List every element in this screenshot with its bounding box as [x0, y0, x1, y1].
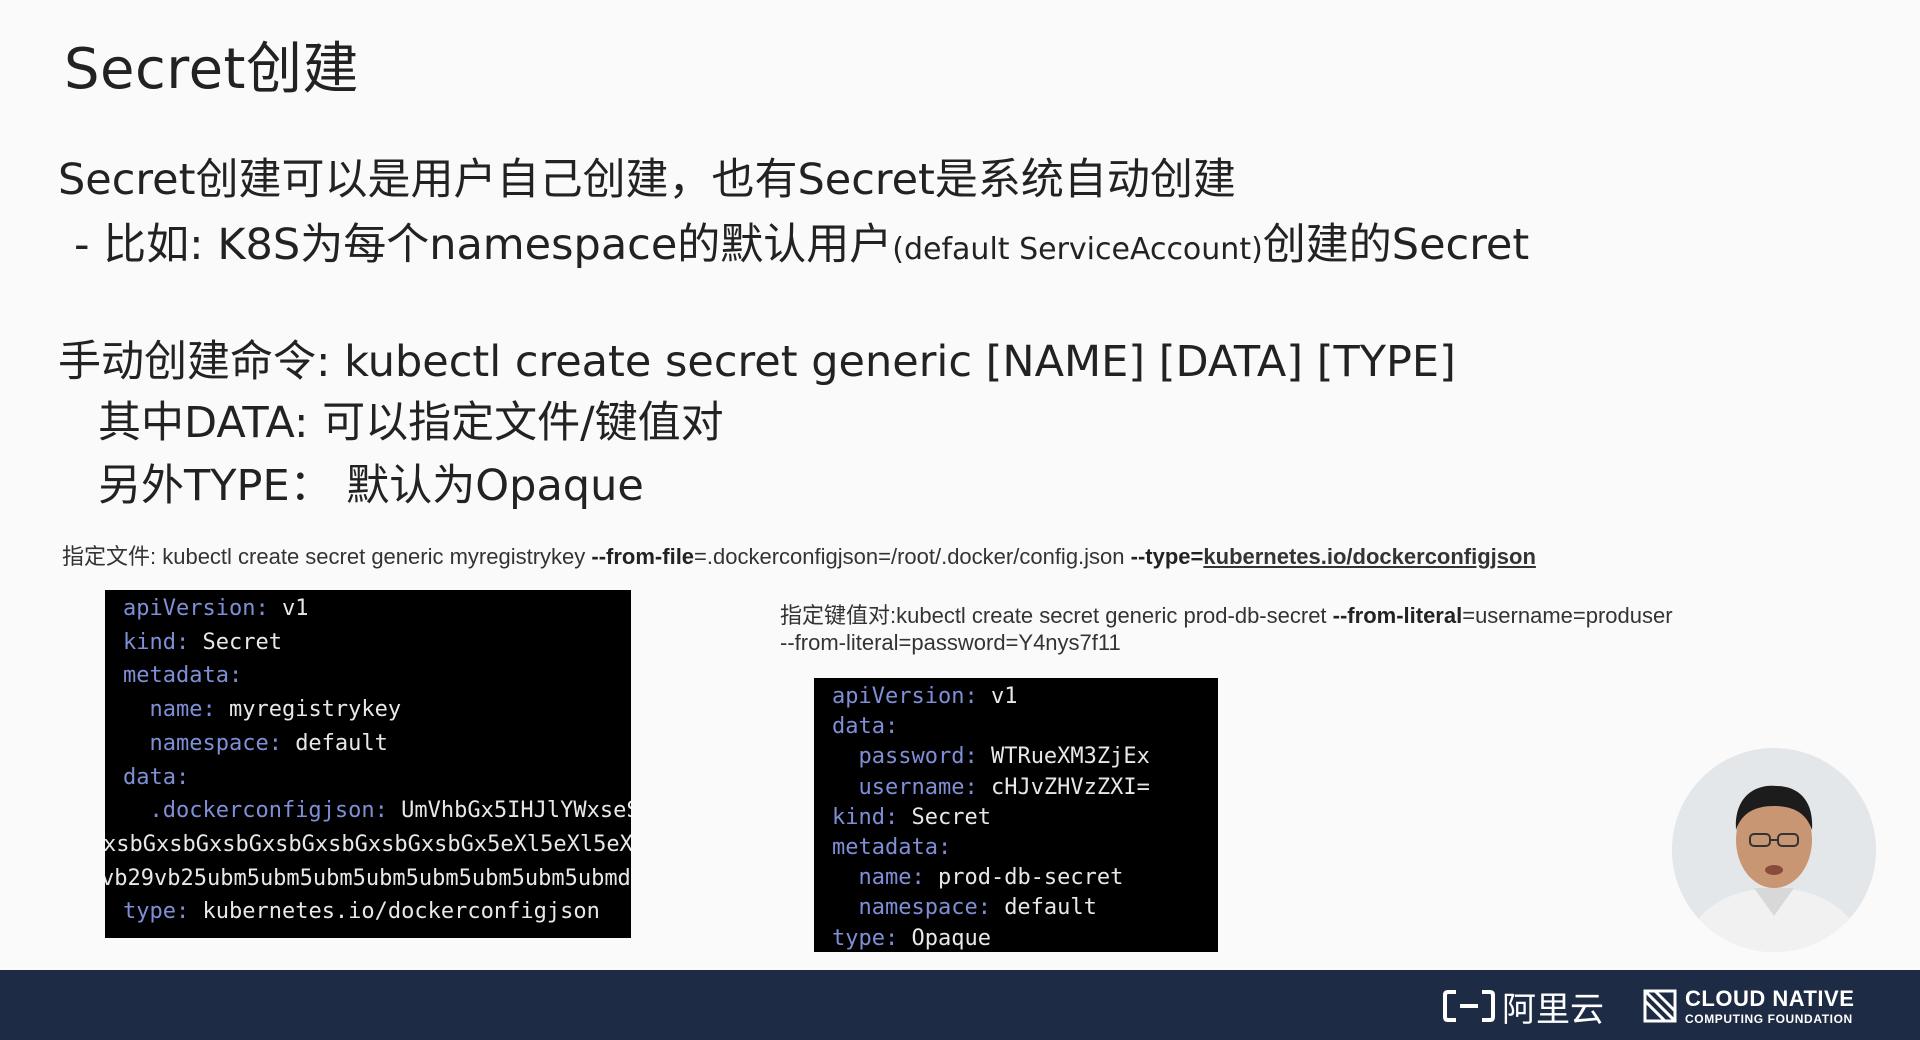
yaml-value: Secret	[202, 629, 282, 655]
speaker-avatar-icon	[1672, 748, 1876, 952]
type-value-link[interactable]: kubernetes.io/dockerconfigjson	[1203, 544, 1536, 569]
yaml-key: kind:	[832, 804, 912, 830]
file-command-prefix: 指定文件: kubectl create secret generic myre…	[62, 544, 592, 569]
yaml-key: .dockerconfigjson:	[123, 798, 402, 824]
yaml-key: kind:	[123, 629, 203, 655]
example-line-note: (default ServiceAccount)	[892, 232, 1263, 267]
cncf-line1: CLOUD NATIVE	[1685, 985, 1855, 1011]
aliyun-logo: 阿里云	[1442, 984, 1604, 1030]
yaml-key: type:	[832, 925, 912, 951]
yaml-value: WTRueXM3ZjEx	[990, 744, 1150, 770]
yaml-line: vb29vb25ubm5ubm5ubm5ubm5ubm5ubm5ubm5ubmd…	[105, 865, 631, 891]
aliyun-text: 阿里云	[1502, 989, 1604, 1030]
yaml-line: namespace: default	[123, 730, 388, 756]
example-line-suffix: 创建的Secret	[1262, 220, 1530, 270]
yaml-value: prod-db-secret	[937, 865, 1124, 891]
yaml-line: namespace: default	[832, 895, 1097, 921]
yaml-value: Secret	[911, 804, 991, 830]
yaml-key: namespace:	[832, 895, 1005, 921]
example-line: - 比如: K8S为每个namespace的默认用户(default Servi…	[74, 210, 1529, 272]
yaml-key: data:	[123, 764, 190, 790]
from-file-value: =.dockerconfigjson=/root/.docker/config.…	[694, 544, 1131, 569]
type-option-line: 另外TYPE： 默认为Opaque	[98, 461, 644, 511]
yaml-key: metadata:	[832, 835, 952, 860]
yaml-line: data:	[123, 764, 190, 790]
manual-command-line: 手动创建命令: kubectl create secret generic [N…	[58, 337, 1456, 387]
intro-line: Secret创建可以是用户自己创建，也有Secret是系统自动创建	[58, 155, 1236, 205]
data-option-line: 其中DATA: 可以指定文件/键值对	[98, 398, 724, 448]
yaml-key: apiVersion:	[832, 684, 991, 709]
yaml-line: metadata:	[832, 837, 951, 859]
yaml-line: apiVersion: v1	[832, 686, 1017, 708]
speaker-video	[1672, 748, 1876, 952]
from-file-flag: --from-file	[591, 544, 695, 569]
yaml-line: type: kubernetes.io/dockerconfigjson	[123, 901, 600, 923]
yaml-line: kind: Secret	[123, 629, 282, 655]
slide-title: Secret创建	[64, 37, 359, 102]
literal-command-line2: --from-literal=password=Y4nys7f11	[780, 630, 1121, 655]
yaml-value: v1	[281, 596, 309, 621]
literal-command: 指定键值对:kubectl create secret generic prod…	[780, 598, 1673, 630]
yaml-value: vb29vb25ubm5ubm5ubm5ubm5ubm5ubm5ubm5ubmd…	[105, 865, 631, 891]
yaml-value: cHJvZHVzZXI=	[990, 774, 1150, 800]
example-line-prefix: - 比如: K8S为每个namespace的默认用户	[74, 220, 893, 270]
yaml-value: myregistrykey	[228, 697, 402, 723]
aliyun-bracket-icon	[1443, 990, 1495, 1022]
yaml-key: apiVersion:	[123, 596, 282, 621]
yaml-value: xsbGxsbGxsbGxsbGxsbGxsbGxsbGx5eXl5eXl5eX…	[105, 831, 631, 857]
yaml-file-code-block: apiVersion: v1 kind: Secret metadata: name…	[105, 590, 631, 938]
type-flag: --type=	[1130, 544, 1204, 569]
literal-command-prefix: 指定键值对:kubectl create secret generic prod…	[780, 603, 1333, 628]
yaml-value: default	[1004, 895, 1097, 921]
yaml-value: default	[295, 730, 388, 756]
cncf-logo: CLOUD NATIVE COMPUTING FOUNDATION	[1643, 984, 1854, 1028]
yaml-line: type: Opaque	[832, 925, 991, 951]
file-command: 指定文件: kubectl create secret generic myre…	[62, 539, 1536, 571]
yaml-key: username:	[832, 774, 991, 800]
yaml-key: name:	[832, 865, 938, 891]
yaml-line: apiVersion: v1	[123, 598, 308, 620]
yaml-line: metadata:	[123, 665, 242, 687]
cncf-line2: COMPUTING FOUNDATION	[1685, 1011, 1853, 1026]
yaml-key: namespace:	[123, 730, 296, 756]
yaml-value: v1	[990, 684, 1018, 709]
yaml-line: password: WTRueXM3ZjEx	[832, 744, 1150, 770]
yaml-key: data:	[832, 714, 899, 740]
yaml-line: .dockerconfigjson: UmVhbGx5IHJlYWxseSBy	[123, 800, 631, 822]
yaml-key: name:	[123, 697, 229, 723]
yaml-key: type:	[123, 899, 203, 925]
yaml-line: username: cHJvZHVzZXI=	[832, 774, 1150, 800]
yaml-line: kind: Secret	[832, 804, 991, 830]
yaml-key: metadata:	[123, 663, 243, 689]
yaml-value: kubernetes.io/dockerconfigjson	[202, 899, 600, 925]
yaml-line: name: myregistrykey	[123, 699, 401, 721]
from-literal-flag: --from-literal	[1332, 603, 1463, 628]
yaml-line: data:	[832, 716, 898, 738]
yaml-key: password:	[832, 744, 991, 770]
yaml-line: xsbGxsbGxsbGxsbGxsbGxsbGxsbGx5eXl5eXl5eX…	[105, 831, 631, 857]
yaml-value: UmVhbGx5IHJlYWxseSBy	[401, 798, 631, 824]
footer-bar	[0, 970, 1920, 1040]
yaml-literal-code-block: apiVersion: v1 data: password: WTRueXM3Zj…	[814, 678, 1218, 952]
cncf-mark-icon	[1643, 989, 1677, 1023]
from-literal-value: =username=produser	[1462, 603, 1673, 628]
yaml-value: Opaque	[911, 925, 991, 951]
yaml-line: name: prod-db-secret	[832, 867, 1123, 889]
